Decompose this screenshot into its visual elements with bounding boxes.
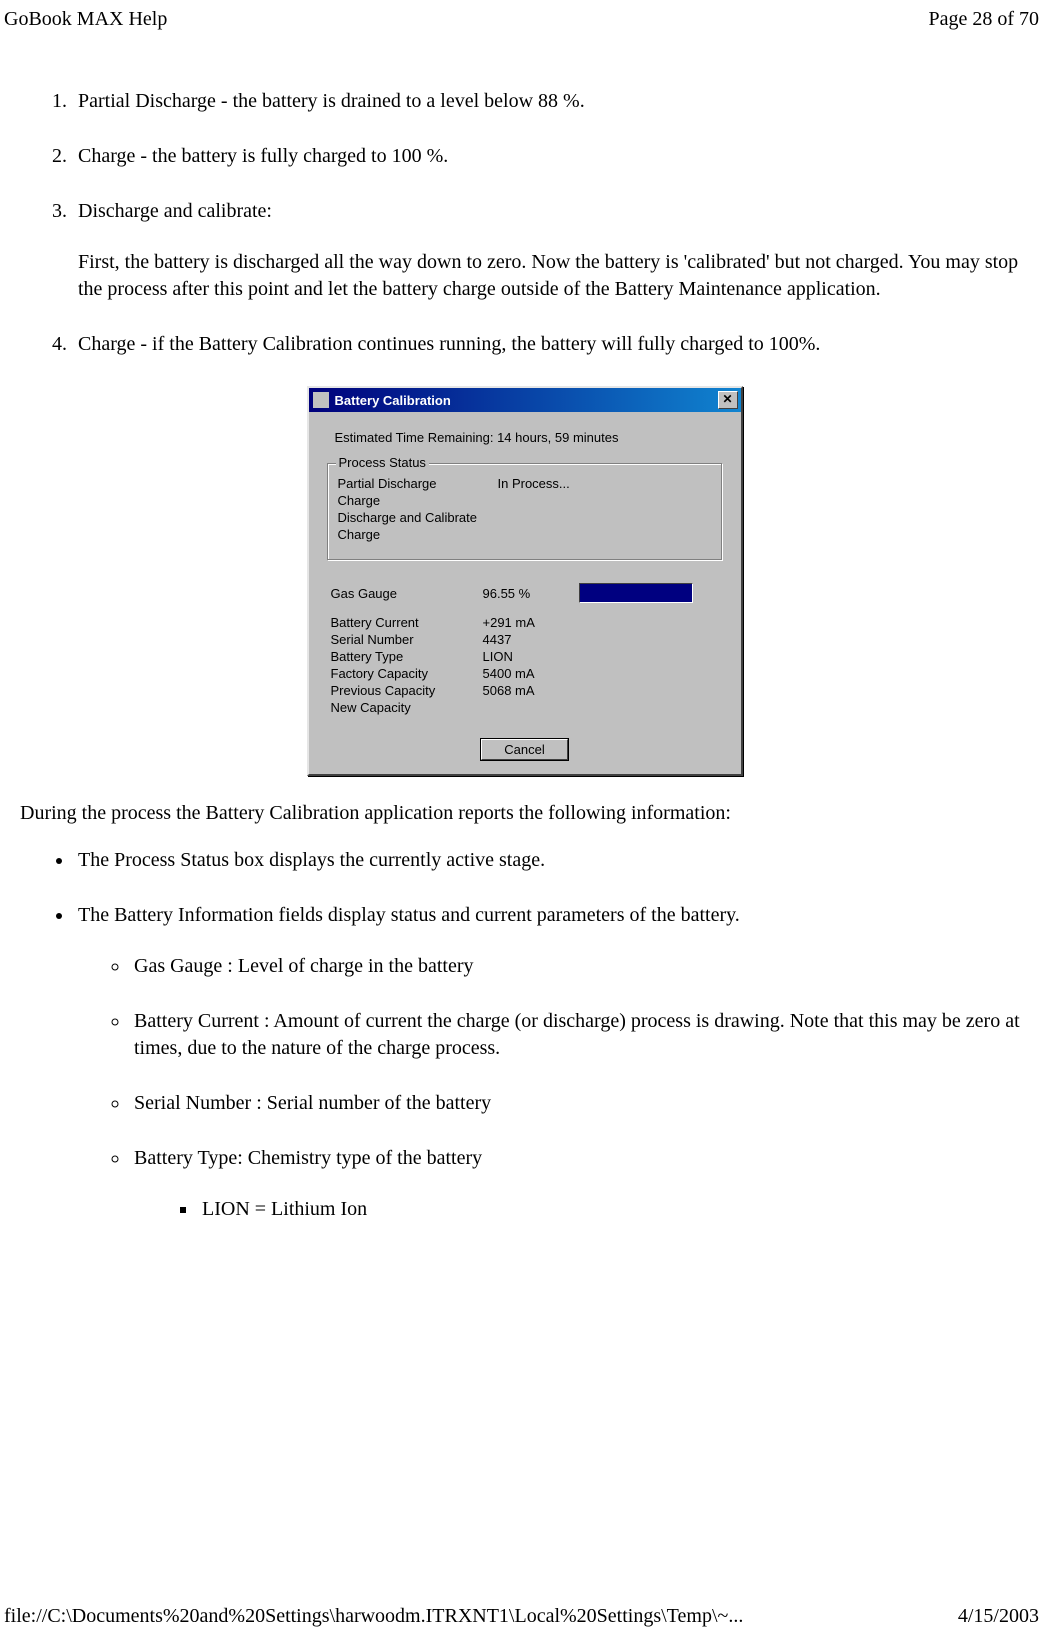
sub-battery-type-text: Battery Type: Chemistry type of the batt… bbox=[134, 1147, 482, 1169]
serial-number-label: Serial Number bbox=[325, 632, 483, 647]
app-icon bbox=[313, 392, 329, 408]
battery-current-value: +291 mA bbox=[483, 615, 573, 630]
status-row-2: Charge bbox=[338, 493, 712, 508]
header-page: Page 28 of 70 bbox=[928, 8, 1039, 31]
serial-number-value: 4437 bbox=[483, 632, 573, 647]
steps-list: Partial Discharge - the battery is drain… bbox=[44, 88, 1029, 358]
step-2-text: Charge - the battery is fully charged to… bbox=[78, 145, 448, 167]
process-status-group: Process Status Partial Discharge In Proc… bbox=[327, 463, 723, 561]
step-1-text: Partial Discharge - the battery is drain… bbox=[78, 90, 585, 112]
sub-gas-gauge: Gas Gauge : Level of charge in the batte… bbox=[130, 953, 1029, 980]
status-row-4-label: Charge bbox=[338, 527, 498, 542]
header-title: GoBook MAX Help bbox=[4, 8, 167, 31]
step-3-title: Discharge and calibrate: bbox=[78, 200, 272, 222]
estimated-time: Estimated Time Remaining: 14 hours, 59 m… bbox=[335, 430, 725, 445]
bullet-process-status-text: The Process Status box displays the curr… bbox=[78, 849, 545, 871]
gas-gauge-value: 96.55 % bbox=[483, 586, 573, 601]
group-legend: Process Status bbox=[336, 455, 429, 470]
dialog-body: Estimated Time Remaining: 14 hours, 59 m… bbox=[309, 412, 741, 774]
status-row-1-value: In Process... bbox=[498, 476, 712, 491]
status-row-1: Partial Discharge In Process... bbox=[338, 476, 712, 491]
battery-type-row: Battery Type LION bbox=[325, 649, 725, 664]
new-capacity-row: New Capacity bbox=[325, 700, 725, 715]
step-3-body: First, the battery is discharged all the… bbox=[78, 249, 1029, 303]
footer-date: 4/15/2003 bbox=[958, 1605, 1039, 1628]
sub-battery-current-text: Battery Current : Amount of current the … bbox=[134, 1010, 1020, 1059]
after-figure-text: During the process the Battery Calibrati… bbox=[20, 800, 1029, 827]
battery-current-label: Battery Current bbox=[325, 615, 483, 630]
status-row-2-label: Charge bbox=[338, 493, 498, 508]
previous-capacity-row: Previous Capacity 5068 mA bbox=[325, 683, 725, 698]
status-row-3-label: Discharge and Calibrate bbox=[338, 510, 558, 525]
info-bullets: The Process Status box displays the curr… bbox=[50, 847, 1029, 1223]
dialog-wrap: Battery Calibration ✕ Estimated Time Rem… bbox=[20, 386, 1029, 776]
button-row: Cancel bbox=[325, 739, 725, 760]
battery-current-row: Battery Current +291 mA bbox=[325, 615, 725, 630]
bullet-process-status: The Process Status box displays the curr… bbox=[74, 847, 1029, 874]
bullet-battery-info-text: The Battery Information fields display s… bbox=[78, 904, 740, 926]
footer-path: file://C:\Documents%20and%20Settings\har… bbox=[4, 1605, 743, 1628]
bullet-battery-info: The Battery Information fields display s… bbox=[74, 902, 1029, 1223]
step-4: Charge - if the Battery Calibration cont… bbox=[72, 331, 1029, 358]
battery-type-value: LION bbox=[483, 649, 573, 664]
sub-sub-lion: LION = Lithium Ion bbox=[198, 1196, 1029, 1223]
close-icon[interactable]: ✕ bbox=[718, 391, 738, 409]
status-row-3: Discharge and Calibrate bbox=[338, 510, 712, 525]
step-1: Partial Discharge - the battery is drain… bbox=[72, 88, 1029, 115]
page: GoBook MAX Help Page 28 of 70 Partial Di… bbox=[0, 0, 1049, 1642]
gas-gauge-label: Gas Gauge bbox=[325, 586, 483, 601]
sub-battery-current: Battery Current : Amount of current the … bbox=[130, 1008, 1029, 1062]
factory-capacity-row: Factory Capacity 5400 mA bbox=[325, 666, 725, 681]
sub-serial-number-text: Serial Number : Serial number of the bat… bbox=[134, 1092, 491, 1114]
factory-capacity-value: 5400 mA bbox=[483, 666, 573, 681]
previous-capacity-value: 5068 mA bbox=[483, 683, 573, 698]
content: Partial Discharge - the battery is drain… bbox=[0, 0, 1049, 1223]
sub-sub-lion-text: LION = Lithium Ion bbox=[202, 1198, 367, 1220]
step-3: Discharge and calibrate: First, the batt… bbox=[72, 198, 1029, 303]
sub-bullets: Gas Gauge : Level of charge in the batte… bbox=[106, 953, 1029, 1223]
status-row-4: Charge bbox=[338, 527, 712, 542]
sub-gas-gauge-text: Gas Gauge : Level of charge in the batte… bbox=[134, 955, 474, 977]
sub-serial-number: Serial Number : Serial number of the bat… bbox=[130, 1090, 1029, 1117]
titlebar: Battery Calibration ✕ bbox=[309, 388, 741, 412]
serial-number-row: Serial Number 4437 bbox=[325, 632, 725, 647]
sub-battery-type: Battery Type: Chemistry type of the batt… bbox=[130, 1145, 1029, 1223]
spacer bbox=[325, 605, 725, 615]
step-4-text: Charge - if the Battery Calibration cont… bbox=[78, 333, 820, 355]
new-capacity-label: New Capacity bbox=[325, 700, 483, 715]
battery-type-label: Battery Type bbox=[325, 649, 483, 664]
factory-capacity-label: Factory Capacity bbox=[325, 666, 483, 681]
battery-calibration-dialog: Battery Calibration ✕ Estimated Time Rem… bbox=[307, 386, 743, 776]
step-2: Charge - the battery is fully charged to… bbox=[72, 143, 1029, 170]
status-row-1-label: Partial Discharge bbox=[338, 476, 498, 491]
sub-sub-bullets: LION = Lithium Ion bbox=[174, 1196, 1029, 1223]
gas-gauge-bar bbox=[579, 583, 693, 603]
cancel-button[interactable]: Cancel bbox=[481, 739, 567, 760]
previous-capacity-label: Previous Capacity bbox=[325, 683, 483, 698]
dialog-title: Battery Calibration bbox=[335, 393, 718, 408]
gas-gauge-row: Gas Gauge 96.55 % bbox=[325, 583, 725, 603]
